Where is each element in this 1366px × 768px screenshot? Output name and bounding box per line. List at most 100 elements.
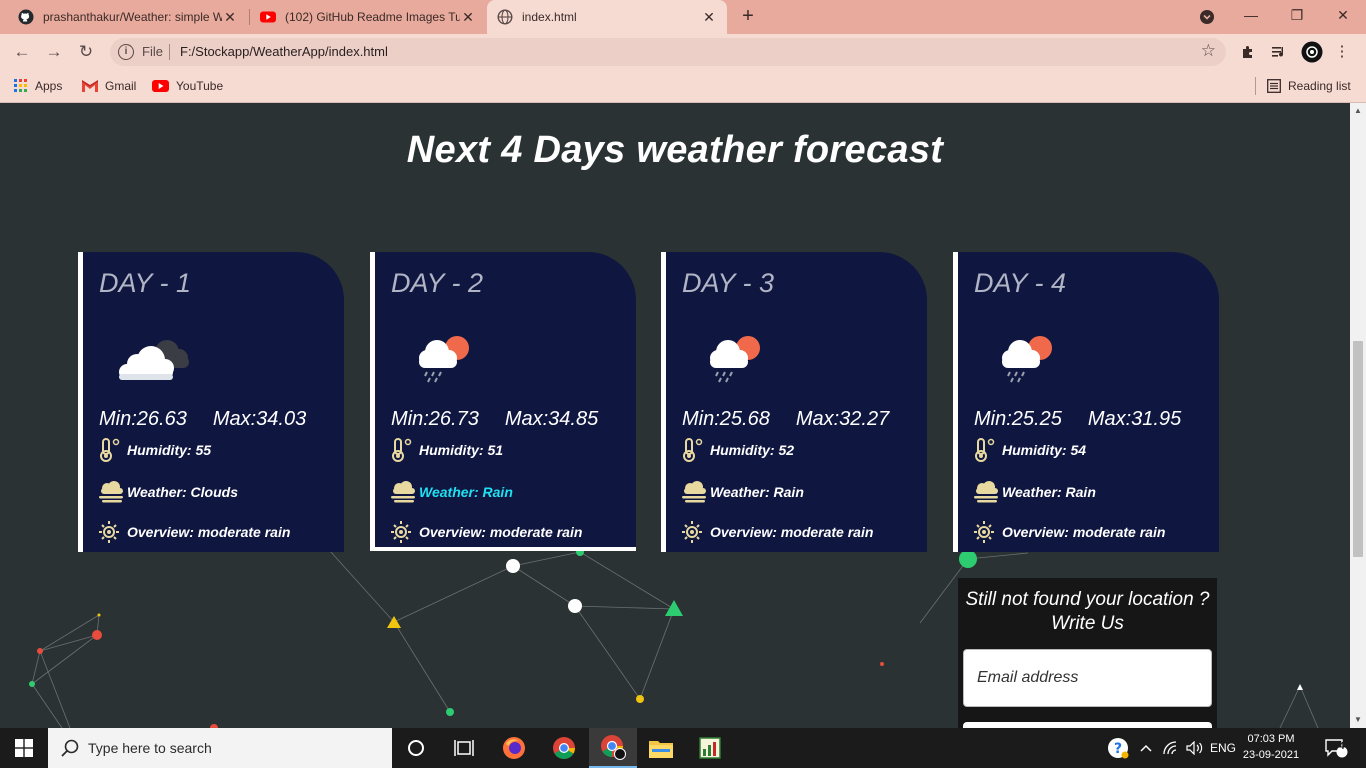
- reading-list-icon: [1267, 79, 1281, 93]
- browser-toolbar: ← → ↻ i File F:/Stockapp/WeatherApp/inde…: [0, 34, 1366, 70]
- taskbar-search-input[interactable]: Type here to search: [48, 728, 392, 768]
- tab-label: index.html: [522, 10, 577, 24]
- tab-github[interactable]: prashanthakur/Weather: simple W ✕: [8, 0, 248, 34]
- bookmark-label: Gmail: [105, 79, 137, 93]
- close-icon[interactable]: ✕: [460, 9, 476, 26]
- network-status[interactable]: [1160, 728, 1182, 768]
- media-control-icon[interactable]: [1267, 40, 1291, 64]
- url-text[interactable]: F:/Stockapp/WeatherApp/index.html: [180, 44, 388, 59]
- bookmark-youtube[interactable]: YouTube: [152, 76, 223, 96]
- email-field[interactable]: [963, 649, 1212, 707]
- humidity-row: Humidity: 51: [391, 438, 503, 462]
- close-icon[interactable]: ✕: [222, 9, 238, 26]
- wifi-icon: [1163, 741, 1177, 755]
- show-hidden-icons-button[interactable]: [1136, 728, 1156, 768]
- overview-value: Overview: moderate rain: [1002, 524, 1166, 540]
- taskbar-file-explorer[interactable]: [637, 728, 685, 768]
- scroll-down-arrow-icon[interactable]: ▼: [1350, 712, 1366, 728]
- sun-icon: [99, 521, 119, 543]
- humidity-row: Humidity: 55: [99, 438, 211, 462]
- tray-help[interactable]: ?: [1104, 728, 1132, 768]
- minimize-button[interactable]: —: [1228, 0, 1274, 34]
- day-label: DAY - 2: [391, 268, 484, 298]
- reading-list-label: Reading list: [1288, 79, 1351, 93]
- forward-button[interactable]: →: [40, 39, 68, 65]
- profile-avatar[interactable]: [1300, 40, 1324, 64]
- fog-cloud-icon: [99, 481, 123, 503]
- weather-value: Weather: Clouds: [127, 484, 238, 500]
- close-window-button[interactable]: ✕: [1320, 0, 1366, 34]
- humidity-value: Humidity: 51: [419, 442, 504, 458]
- weather-value: Weather: Rain: [419, 484, 513, 500]
- tab-label: prashanthakur/Weather: simple W: [43, 10, 222, 24]
- taskbar-chrome-profile[interactable]: [589, 728, 637, 768]
- new-tab-button[interactable]: +: [736, 5, 760, 29]
- tab-index-html[interactable]: index.html ✕: [487, 0, 727, 34]
- weather-row: Weather: Rain: [391, 480, 513, 504]
- page-scrollbar[interactable]: ▲ ▼: [1350, 103, 1366, 728]
- weather-value: Weather: Rain: [710, 484, 804, 500]
- volume-control[interactable]: [1184, 728, 1206, 768]
- reading-list-button[interactable]: Reading list: [1267, 76, 1351, 96]
- overview-row: Overview: moderate rain: [682, 520, 873, 544]
- gmail-icon: [82, 80, 98, 92]
- chevron-down-icon: [1200, 10, 1214, 24]
- bookmarks-bar: Apps Gmail YouTube Reading list: [0, 70, 1366, 103]
- folder-icon: [649, 741, 673, 758]
- input-language[interactable]: ENG: [1208, 728, 1238, 768]
- weather-row: Weather: Rain: [682, 480, 804, 504]
- info-icon[interactable]: i: [118, 44, 134, 60]
- min-temp: Min:25.25: [974, 408, 1062, 430]
- fog-cloud-icon: [974, 481, 998, 503]
- chrome-icon: [553, 737, 575, 759]
- bookmark-apps[interactable]: Apps: [14, 76, 62, 96]
- humidity-value: Humidity: 54: [1002, 442, 1087, 458]
- scroll-up-arrow-icon[interactable]: ▲: [1350, 103, 1366, 119]
- bookmark-label: Apps: [35, 79, 63, 93]
- max-temp: Max:31.95: [1087, 408, 1182, 430]
- notification-center-button[interactable]: 4: [1318, 728, 1354, 768]
- bookmark-gmail[interactable]: Gmail: [82, 76, 136, 96]
- min-temp: Min:26.73: [391, 408, 479, 430]
- tab-search-button[interactable]: [1184, 0, 1230, 34]
- taskbar-chart-app[interactable]: [686, 728, 734, 768]
- back-button[interactable]: ←: [8, 39, 36, 65]
- fog-cloud-icon: [391, 481, 415, 503]
- close-icon[interactable]: ✕: [701, 9, 717, 26]
- task-view-button[interactable]: [440, 728, 488, 768]
- temperature-range: Min:26.73 Max:34.85: [391, 408, 598, 431]
- min-temp: Min:25.68: [682, 408, 770, 430]
- cortana-button[interactable]: [392, 728, 440, 768]
- forecast-card-day-2: DAY - 2 Min:26.73 Max:34.85 Humidity: 51 …: [370, 252, 636, 551]
- youtube-icon: [152, 80, 169, 92]
- extensions-puzzle-icon[interactable]: [1236, 40, 1260, 64]
- reload-button[interactable]: ↻: [72, 39, 100, 65]
- min-temp: Min:26.63: [99, 408, 187, 430]
- broken-clouds-icon: [119, 340, 189, 380]
- taskbar-firefox[interactable]: [490, 728, 538, 768]
- scrollbar-thumb[interactable]: [1353, 341, 1363, 557]
- overview-row: Overview: moderate rain: [974, 520, 1165, 544]
- rain-sun-cloud-icon: [710, 336, 760, 383]
- thermometer-icon: [975, 438, 995, 462]
- start-button[interactable]: [0, 728, 48, 768]
- address-bar[interactable]: i File F:/Stockapp/WeatherApp/index.html…: [110, 38, 1226, 66]
- thermometer-icon: [392, 438, 412, 462]
- taskbar-chrome[interactable]: [540, 728, 588, 768]
- restore-button[interactable]: ❐: [1274, 0, 1320, 34]
- more-menu-icon[interactable]: ⋮: [1330, 40, 1354, 64]
- clock-time: 07:03 PM: [1247, 733, 1295, 745]
- bookmark-star-icon[interactable]: ☆: [1201, 41, 1216, 61]
- system-clock[interactable]: 07:03 PM 23-09-2021: [1240, 731, 1302, 763]
- day-label: DAY - 4: [974, 268, 1067, 298]
- scheme-label: File: [142, 44, 163, 59]
- temperature-range: Min:25.25 Max:31.95: [974, 408, 1181, 431]
- weather-row: Weather: Clouds: [99, 480, 238, 504]
- weather-row: Weather: Rain: [974, 480, 1096, 504]
- svg-text:?: ?: [1114, 741, 1122, 757]
- tab-youtube[interactable]: (102) GitHub Readme Images Tut ✕: [250, 0, 486, 34]
- sun-icon: [682, 521, 702, 543]
- humidity-row: Humidity: 54: [974, 438, 1086, 462]
- windows-taskbar: Type here to search ? ENG 07:03 PM 23-09…: [0, 728, 1366, 768]
- page-title: Next 4 Days weather forecast: [406, 129, 944, 171]
